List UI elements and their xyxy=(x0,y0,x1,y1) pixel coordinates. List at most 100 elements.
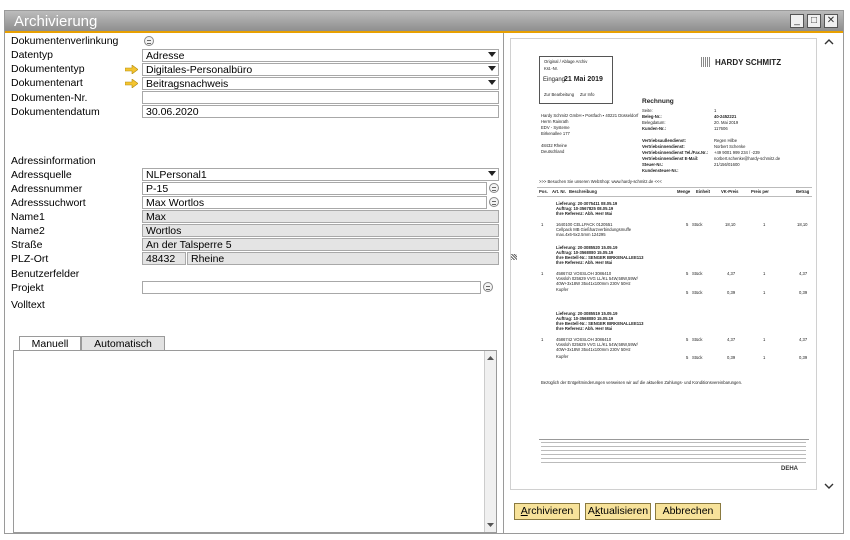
adressquelle-label: Adressquelle xyxy=(11,169,72,181)
adressnummer-label: Adressnummer xyxy=(11,183,83,195)
minimize-icon[interactable]: _ xyxy=(790,14,804,28)
datentyp-select[interactable]: Adresse xyxy=(142,49,499,62)
item-per: 1 xyxy=(763,290,766,295)
title-bar: Archivierung _ □ ✕ xyxy=(5,11,843,33)
name1-label: Name1 xyxy=(11,211,45,223)
item-betrag: 0,39 xyxy=(799,355,808,360)
link-arrow-icon[interactable] xyxy=(125,79,138,88)
dokumententyp-select[interactable]: Digitales-Personalbüro xyxy=(142,63,499,76)
item-per: 1 xyxy=(763,271,766,276)
item-menge: 5 xyxy=(686,271,689,276)
item-vk: 0,39 xyxy=(727,355,736,360)
choose-from-list-icon[interactable] xyxy=(489,183,499,193)
strasse-field: An der Talsperre 5 xyxy=(142,238,499,251)
dokumententyp-label: Dokumententyp xyxy=(11,63,85,75)
dokumentendatum-input[interactable]: 30.06.2020 xyxy=(142,105,499,118)
reference-line: Ihre Referenz: Abh. Herr Mai xyxy=(556,326,613,331)
document-heading: Rechnung xyxy=(642,98,674,105)
chevron-down-icon xyxy=(488,80,496,85)
adressnummer-input[interactable]: P-15 xyxy=(142,182,487,195)
adresssuchwort-input[interactable]: Max Wortlos xyxy=(142,196,487,209)
scroll-down-icon[interactable] xyxy=(485,520,496,530)
volltext-heading: Volltext xyxy=(11,299,45,311)
textarea-scrollbar[interactable] xyxy=(484,351,496,532)
col-artnr: Art. Nr. xyxy=(552,189,566,194)
reference-line: Ihre Referenz: Abh. Herr Mai xyxy=(556,260,613,265)
qr-mark-icon xyxy=(511,254,517,260)
scroll-down-icon[interactable] xyxy=(822,481,836,491)
logo-mark-icon xyxy=(701,57,711,67)
aktualisieren-button[interactable]: Aktualisieren xyxy=(585,503,651,520)
col-menge: Menge xyxy=(677,189,691,194)
item-einheit: Stück xyxy=(692,290,703,295)
item-vk: 4,37 xyxy=(727,271,736,276)
volltext-textarea[interactable] xyxy=(13,350,497,533)
stamp-label: Eingang xyxy=(543,77,566,83)
adressinformation-heading: Adressinformation xyxy=(11,155,96,167)
item-einheit: Stück xyxy=(692,271,703,276)
dokumentenart-select[interactable]: Beitragsnachweis xyxy=(142,77,499,90)
item-menge: 5 xyxy=(686,355,689,360)
abbrechen-button[interactable]: Abbrechen xyxy=(655,503,721,520)
link-icon[interactable] xyxy=(144,36,154,46)
adresssuchwort-label: Adresssuchwort xyxy=(11,197,86,209)
dokumentenverlinkung-label: Dokumentenverlinkung xyxy=(11,35,119,47)
chevron-down-icon xyxy=(488,52,496,57)
chevron-down-icon xyxy=(488,66,496,71)
item-per: 1 xyxy=(763,222,766,227)
fine-print xyxy=(541,442,806,464)
footer-brand: DEHA xyxy=(781,466,799,472)
item-per: 1 xyxy=(763,337,766,342)
item-menge: 5 xyxy=(686,222,689,227)
col-beschreibung: Beschreibung xyxy=(569,189,597,194)
close-icon[interactable]: ✕ xyxy=(824,14,838,28)
item-pos: 1 xyxy=(541,222,544,227)
choose-from-list-icon[interactable] xyxy=(483,282,493,292)
item-einheit: Stück xyxy=(692,222,703,227)
dokumentendatum-label: Dokumentendatum xyxy=(11,106,100,118)
item-desc: Kupfer xyxy=(556,354,569,359)
name2-field: Wortlos xyxy=(142,224,499,237)
dokumentenart-label: Dokumentenart xyxy=(11,77,83,89)
item-betrag: 4,37 xyxy=(799,271,808,276)
webshop-note: >>> Besuchen Sie unseren WebShop: www.ha… xyxy=(539,179,662,184)
scroll-up-icon[interactable] xyxy=(485,353,496,363)
item-betrag: 18,10 xyxy=(797,222,808,227)
item-desc: Kupfer xyxy=(556,287,569,292)
item-vk: 4,37 xyxy=(727,337,736,342)
choose-from-list-icon[interactable] xyxy=(489,197,499,207)
archivieren-button[interactable]: Archivieren xyxy=(514,503,580,520)
archivierung-window: Archivierung _ □ ✕ Dokumentenverlinkung … xyxy=(4,10,844,534)
tab-automatisch[interactable]: Automatisch xyxy=(81,336,165,351)
item-einheit: Stück xyxy=(692,337,703,342)
name2-label: Name2 xyxy=(11,225,45,237)
item-pos: 1 xyxy=(541,337,544,342)
ort-field: Rheine xyxy=(187,252,499,265)
col-betrag: Betrag xyxy=(796,189,810,194)
plz-field: 48432 xyxy=(142,252,186,265)
item-betrag: 0,39 xyxy=(799,290,808,295)
dokumentennr-input[interactable] xyxy=(142,91,499,104)
item-pos: 1 xyxy=(541,271,544,276)
strasse-label: Straße xyxy=(11,239,43,251)
preview-scrollbar[interactable] xyxy=(821,33,837,493)
item-einheit: Stück xyxy=(692,355,703,360)
projekt-input[interactable] xyxy=(142,281,481,294)
scroll-up-icon[interactable] xyxy=(822,37,836,47)
preview-panel: Original / Ablage Archiv Kst.-Nr. Eingan… xyxy=(503,33,843,533)
projekt-label: Projekt xyxy=(11,282,44,294)
col-pos: Pos. xyxy=(539,189,548,194)
item-vk: 0,39 xyxy=(727,290,736,295)
dokumentennr-label: Dokumenten-Nr. xyxy=(11,92,88,104)
received-stamp: Original / Ablage Archiv Kst.-Nr. Eingan… xyxy=(539,56,613,104)
name1-field: Max xyxy=(142,210,499,223)
document-preview: Original / Ablage Archiv Kst.-Nr. Eingan… xyxy=(510,38,817,490)
adressquelle-select[interactable]: NLPersonal1 xyxy=(142,168,499,181)
col-preisper: Preis per xyxy=(751,189,769,194)
form-panel: Dokumentenverlinkung Datentyp Adresse Do… xyxy=(5,33,501,533)
link-arrow-icon[interactable] xyxy=(125,65,138,74)
col-vkpreis: VK-Preis xyxy=(721,189,739,194)
col-einheit: Einheit xyxy=(696,189,710,194)
item-desc: max.4x6-5x2.5mm 124295 xyxy=(556,232,606,237)
maximize-icon[interactable]: □ xyxy=(807,14,821,28)
